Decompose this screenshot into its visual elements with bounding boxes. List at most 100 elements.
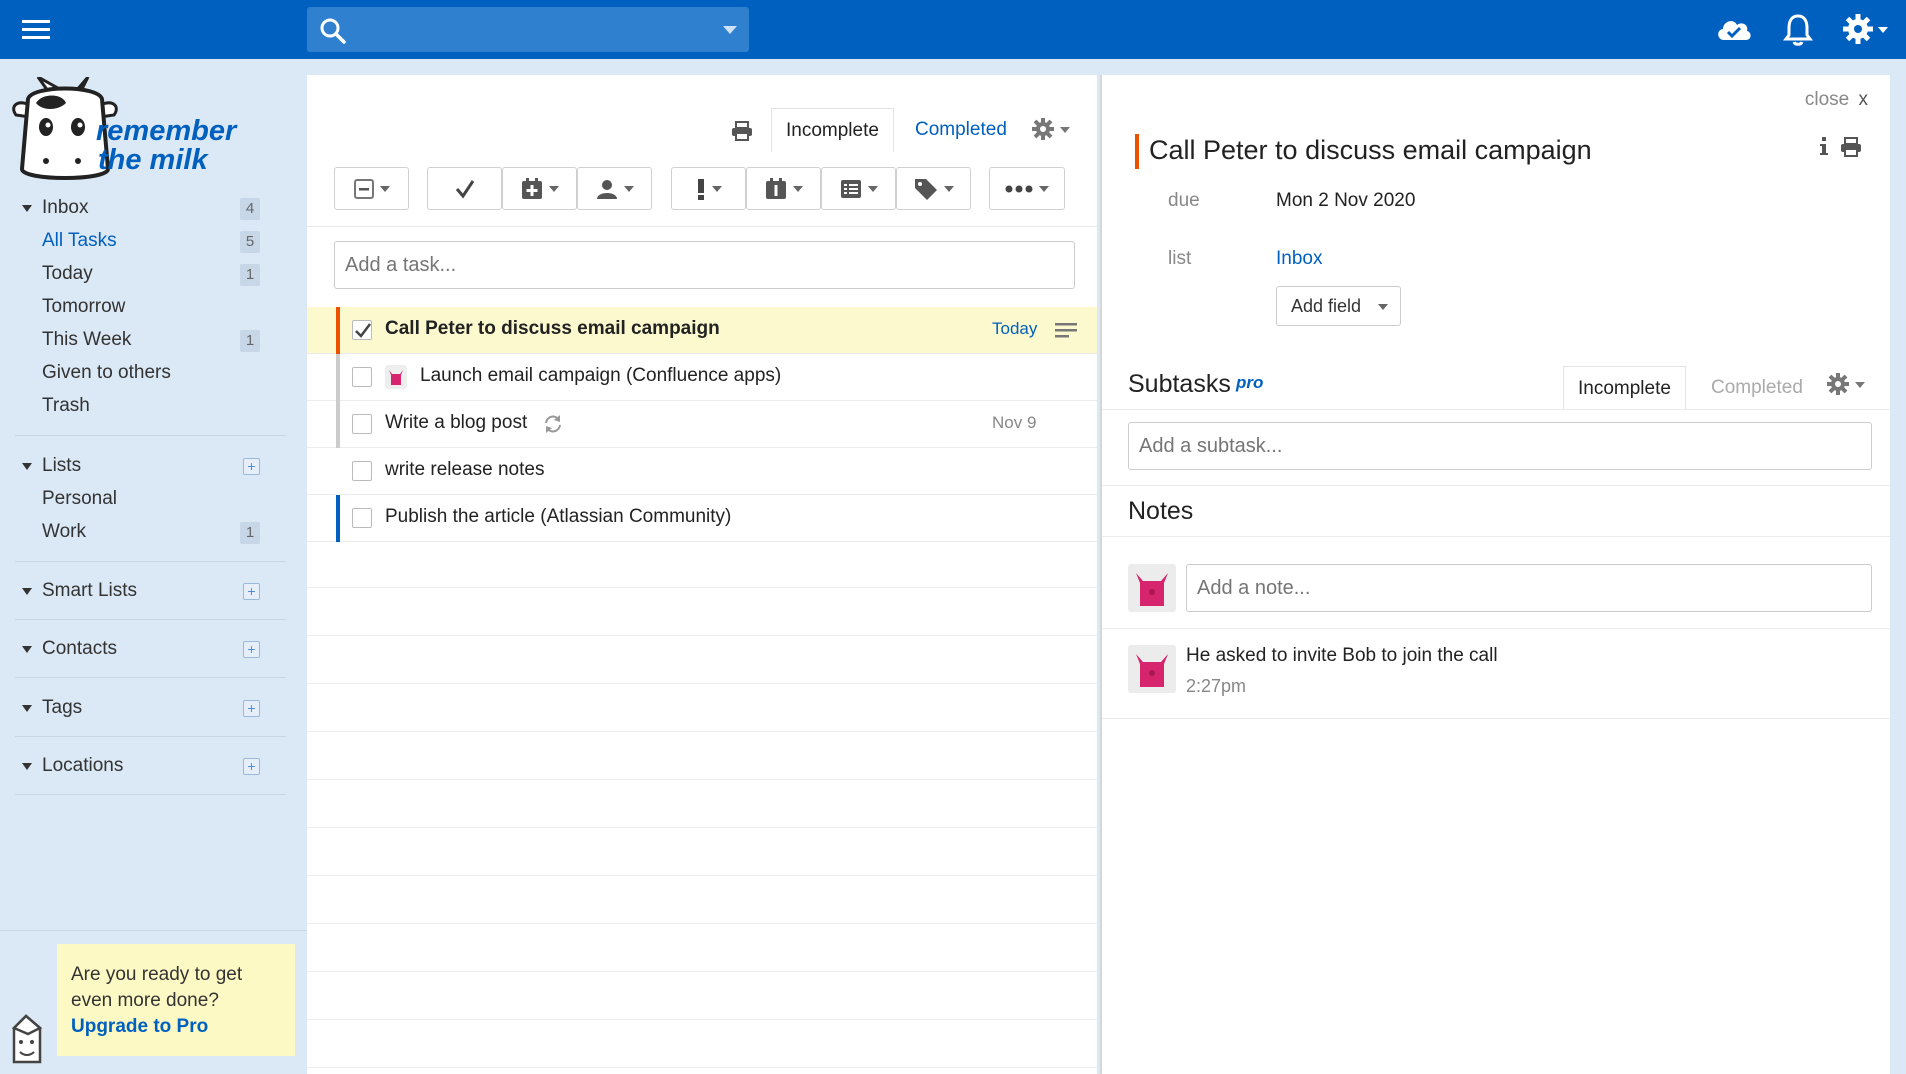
- close-button[interactable]: close x: [1805, 89, 1868, 111]
- exclamation-icon: [697, 178, 704, 200]
- collapse-triangle-icon[interactable]: [22, 205, 32, 212]
- search-input[interactable]: [307, 7, 749, 52]
- assign-button[interactable]: [577, 167, 652, 210]
- print-icon[interactable]: [1840, 137, 1862, 157]
- count-badge: 1: [240, 330, 260, 352]
- priority-bar: [1135, 134, 1139, 169]
- sidebar-section-locations[interactable]: Locations +: [0, 752, 270, 782]
- sidebar-item-label: All Tasks: [42, 230, 117, 251]
- gear-icon[interactable]: [1842, 12, 1894, 46]
- task-checkbox[interactable]: [352, 367, 372, 387]
- subtask-tab-completed[interactable]: Completed: [1697, 366, 1817, 410]
- empty-row-line: [307, 779, 1097, 780]
- divider: [1102, 718, 1890, 719]
- sidebar-item-this-week[interactable]: This Week 1: [0, 326, 270, 356]
- priority-bar: [336, 495, 340, 542]
- upgrade-to-pro-link[interactable]: Upgrade to Pro: [71, 1016, 208, 1037]
- task-title[interactable]: Call Peter to discuss email campaign: [1149, 135, 1592, 166]
- sidebar-item-personal[interactable]: Personal: [0, 485, 270, 515]
- sidebar-section-inbox[interactable]: Inbox 4: [0, 194, 270, 224]
- tab-incomplete[interactable]: Incomplete: [771, 108, 894, 152]
- add-smart-list-plus-icon[interactable]: +: [243, 583, 260, 600]
- bell-icon[interactable]: [1782, 13, 1814, 47]
- sidebar: remember the milk Inbox 4 All Tasks 5 To…: [0, 59, 307, 1074]
- notes-indicator-icon[interactable]: [1055, 322, 1077, 338]
- task-checkbox[interactable]: [352, 508, 372, 528]
- cow-avatar-icon: [385, 365, 407, 389]
- add-list-plus-icon[interactable]: +: [243, 458, 260, 475]
- checkmark-icon: [455, 179, 474, 198]
- subtask-settings-gear-icon[interactable]: [1826, 372, 1872, 396]
- sidebar-item-work[interactable]: Work 1: [0, 518, 270, 548]
- task-checkbox[interactable]: [352, 461, 372, 481]
- task-row[interactable]: Write a blog post Nov 9: [307, 401, 1097, 448]
- postpone-button[interactable]: [502, 167, 577, 210]
- sidebar-section-contacts[interactable]: Contacts +: [0, 635, 270, 665]
- add-subtask-input[interactable]: [1128, 422, 1872, 470]
- task-checkbox[interactable]: [352, 414, 372, 434]
- sidebar-section-tags[interactable]: Tags +: [0, 694, 270, 724]
- sidebar-section-smart-lists[interactable]: Smart Lists +: [0, 577, 270, 607]
- count-badge: 5: [240, 231, 260, 253]
- sidebar-item-all-tasks[interactable]: All Tasks 5: [0, 227, 270, 257]
- sidebar-item-tomorrow[interactable]: Tomorrow: [0, 293, 270, 323]
- list-settings-gear-icon[interactable]: [1031, 117, 1077, 141]
- empty-row-line: [307, 635, 1097, 636]
- select-menu-button[interactable]: [334, 167, 409, 210]
- hamburger-icon[interactable]: [20, 17, 52, 43]
- sidebar-item-given-to-others[interactable]: Given to others: [0, 359, 270, 389]
- add-note-input[interactable]: [1186, 564, 1872, 612]
- collapse-triangle-icon[interactable]: [22, 646, 32, 653]
- divider: [1102, 409, 1890, 410]
- subtask-tab-incomplete[interactable]: Incomplete: [1563, 366, 1686, 410]
- note-timestamp: 2:27pm: [1186, 676, 1247, 696]
- add-field-button[interactable]: Add field: [1276, 286, 1401, 326]
- task-checkbox[interactable]: [352, 320, 372, 340]
- add-location-plus-icon[interactable]: +: [243, 758, 260, 775]
- avatar: [1128, 564, 1176, 612]
- app-logo[interactable]: remember the milk: [8, 77, 238, 185]
- tags-button[interactable]: [896, 167, 971, 210]
- cloud-sync-icon[interactable]: [1714, 12, 1754, 46]
- top-bar: [0, 0, 1906, 59]
- complete-button[interactable]: [427, 167, 502, 210]
- collapse-triangle-icon[interactable]: [22, 588, 32, 595]
- divider: [1102, 536, 1890, 537]
- sidebar-item-label: This Week: [42, 329, 132, 350]
- empty-row-line: [307, 683, 1097, 684]
- list-value-link[interactable]: Inbox: [1276, 248, 1322, 270]
- sidebar-item-today[interactable]: Today 1: [0, 260, 270, 290]
- note-text[interactable]: He asked to invite Bob to join the call: [1186, 645, 1498, 667]
- divider: [15, 677, 286, 678]
- empty-row-line: [307, 731, 1097, 732]
- add-task-input[interactable]: [334, 241, 1075, 289]
- due-date-button[interactable]: [746, 167, 821, 210]
- task-row[interactable]: Call Peter to discuss email campaign Tod…: [307, 307, 1097, 354]
- task-row[interactable]: Publish the article (Atlassian Community…: [307, 495, 1097, 542]
- add-contact-plus-icon[interactable]: +: [243, 641, 260, 658]
- tab-completed[interactable]: Completed: [901, 108, 1021, 152]
- task-row[interactable]: Launch email campaign (Confluence apps): [307, 354, 1097, 401]
- add-tag-plus-icon[interactable]: +: [243, 700, 260, 717]
- divider: [15, 435, 286, 436]
- sidebar-item-trash[interactable]: Trash: [0, 392, 270, 422]
- print-icon[interactable]: [731, 121, 753, 141]
- add-field-label: Add field: [1291, 296, 1362, 316]
- empty-row-line: [307, 1067, 1097, 1068]
- priority-bar: [336, 354, 340, 401]
- due-value[interactable]: Mon 2 Nov 2020: [1276, 190, 1415, 212]
- task-row[interactable]: write release notes: [307, 448, 1097, 495]
- move-to-list-button[interactable]: [821, 167, 896, 210]
- info-icon[interactable]: [1820, 137, 1828, 157]
- count-badge: 1: [240, 522, 260, 544]
- sidebar-section-lists[interactable]: Lists +: [0, 452, 270, 482]
- search-options-caret-icon[interactable]: [723, 26, 737, 34]
- collapse-triangle-icon[interactable]: [22, 705, 32, 712]
- divider: [15, 561, 286, 562]
- priority-button[interactable]: [671, 167, 746, 210]
- collapse-triangle-icon[interactable]: [22, 763, 32, 770]
- more-actions-button[interactable]: [989, 167, 1065, 210]
- collapse-triangle-icon[interactable]: [22, 463, 32, 470]
- empty-row-line: [307, 875, 1097, 876]
- tag-icon: [914, 178, 937, 200]
